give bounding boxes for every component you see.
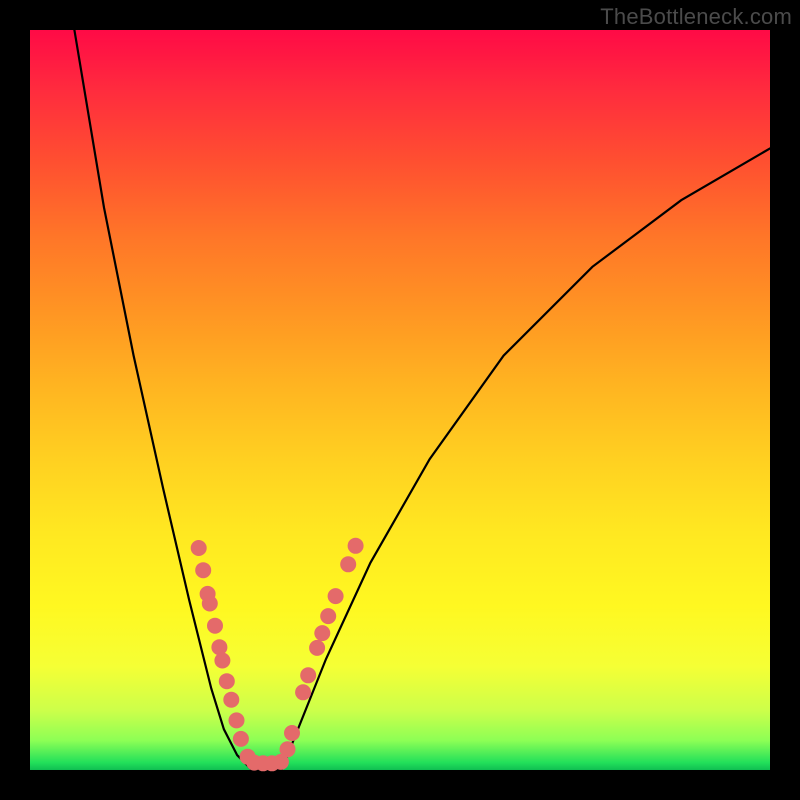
curve-marker xyxy=(229,712,245,728)
curve-marker xyxy=(284,725,300,741)
curve-marker xyxy=(223,692,239,708)
curve-marker xyxy=(207,618,223,634)
watermark-text: TheBottleneck.com xyxy=(600,4,792,30)
curve-marker xyxy=(348,538,364,554)
plot-area xyxy=(30,30,770,770)
curve-markers xyxy=(191,538,364,772)
curve-marker xyxy=(211,639,227,655)
curve-marker xyxy=(202,596,218,612)
curve-marker xyxy=(191,540,207,556)
bottleneck-curve xyxy=(74,30,770,770)
curve-svg xyxy=(30,30,770,770)
curve-marker xyxy=(300,667,316,683)
curve-marker xyxy=(195,562,211,578)
curve-marker xyxy=(295,684,311,700)
curve-marker xyxy=(328,588,344,604)
curve-marker xyxy=(280,741,296,757)
curve-marker xyxy=(219,673,235,689)
curve-marker xyxy=(314,625,330,641)
curve-marker xyxy=(233,731,249,747)
curve-marker xyxy=(340,556,356,572)
curve-marker xyxy=(214,653,230,669)
chart-frame: TheBottleneck.com xyxy=(0,0,800,800)
curve-marker xyxy=(320,608,336,624)
curve-marker xyxy=(309,640,325,656)
